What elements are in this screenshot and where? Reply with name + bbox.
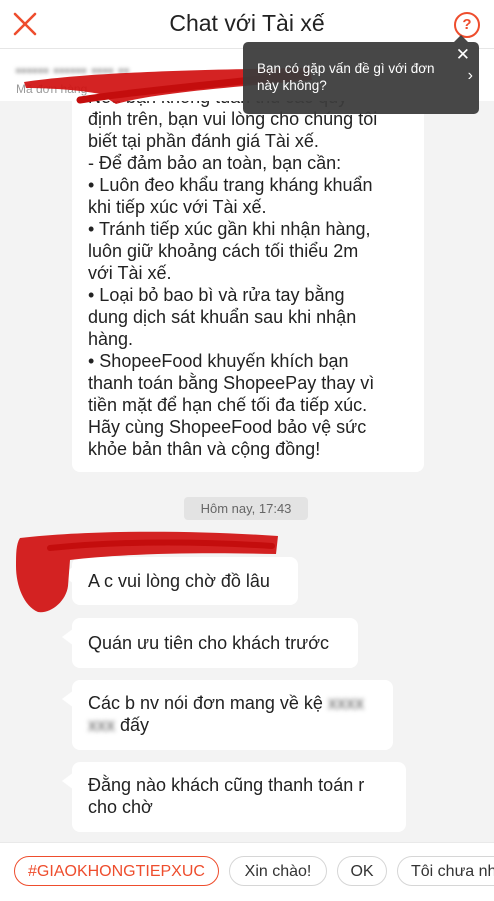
blurred-text: xxxx [327,693,364,713]
system-notice-bubble: Nếu bạn không tuân thủ các quy định trên… [72,78,424,472]
notice-line: - Để đảm bảo an toàn, bạn cần: [88,153,342,173]
quick-reply-chip[interactable]: #GIAOKHONGTIEPXUC [14,856,219,886]
notice-line: • Luôn đeo khẩu trang kháng khuẩn [88,175,373,195]
notice-line: biết tại phần đánh giá Tài xế. [88,131,319,151]
blurred-text: xxx [88,715,115,735]
notice-line: luôn giữ khoảng cách tối thiểu 2m [88,241,359,261]
notice-line: thanh toán bằng ShopeePay thay vì [88,373,375,393]
message-text: Đằng nào khách cũng thanh toán r [88,775,365,795]
driver-message-bubble: Các b nv nói đơn mang về kệ xxxx xxx đấy [72,680,393,750]
page-title: Chat với Tài xế [169,10,325,36]
tooltip-arrow [454,35,468,42]
notice-line: • Tránh tiếp xúc gần khi nhận hàng, [88,219,371,239]
notice-line: Hãy cùng ShopeeFood bảo vệ sức [88,417,367,437]
notice-line: với Tài xế. [88,263,172,283]
notice-line: khi tiếp xúc với Tài xế. [88,197,267,217]
message-text: cho chờ [88,797,153,817]
tooltip-close-icon[interactable]: ✕ [456,45,470,65]
driver-message-bubble: Đằng nào khách cũng thanh toán r cho chờ [72,762,406,832]
notice-line: hàng. [88,329,134,349]
quick-reply-chip[interactable]: Xin chào! [229,856,327,886]
quick-reply-chip[interactable]: OK [337,856,387,886]
message-text: Các b nv nói đơn mang về kệ [88,693,323,713]
notice-line: • ShopeeFood khuyến khích bạn [88,351,349,371]
quick-reply-chip[interactable]: Tôi chưa nhận [397,856,494,886]
chevron-right-icon[interactable]: › [468,67,473,85]
notice-line: khỏe bản thân và cộng đồng! [88,439,321,459]
order-id: •••••• •••••• •••• •• [16,63,130,78]
order-id-label: Mã đơn hàng [16,82,88,96]
notice-line: dung dịch sát khuẩn sau khi nhận [88,307,357,327]
notice-line: tiền mặt để hạn chế tối đa tiếp xúc. [88,395,368,415]
quick-replies-bar: #GIAOKHONGTIEPXUC Xin chào! OK Tôi chưa … [0,842,494,901]
message-text: Quán ưu tiên cho khách trước [88,633,330,653]
help-tooltip[interactable]: ✕ Bạn có gặp vấn đề gì với đơn này không… [243,35,479,114]
driver-message-bubble: Quán ưu tiên cho khách trước [72,618,358,668]
notice-line: • Loại bỏ bao bì và rửa tay bằng [88,285,345,305]
message-text: A c vui lòng chờ đồ lâu [88,571,270,591]
driver-message-bubble: A c vui lòng chờ đồ lâu [72,557,298,605]
tooltip-text: Bạn có gặp vấn đề gì với đơn này không? [257,61,435,93]
message-text: đấy [120,715,150,735]
timestamp-badge: Hôm nay, 17:43 [184,497,308,520]
